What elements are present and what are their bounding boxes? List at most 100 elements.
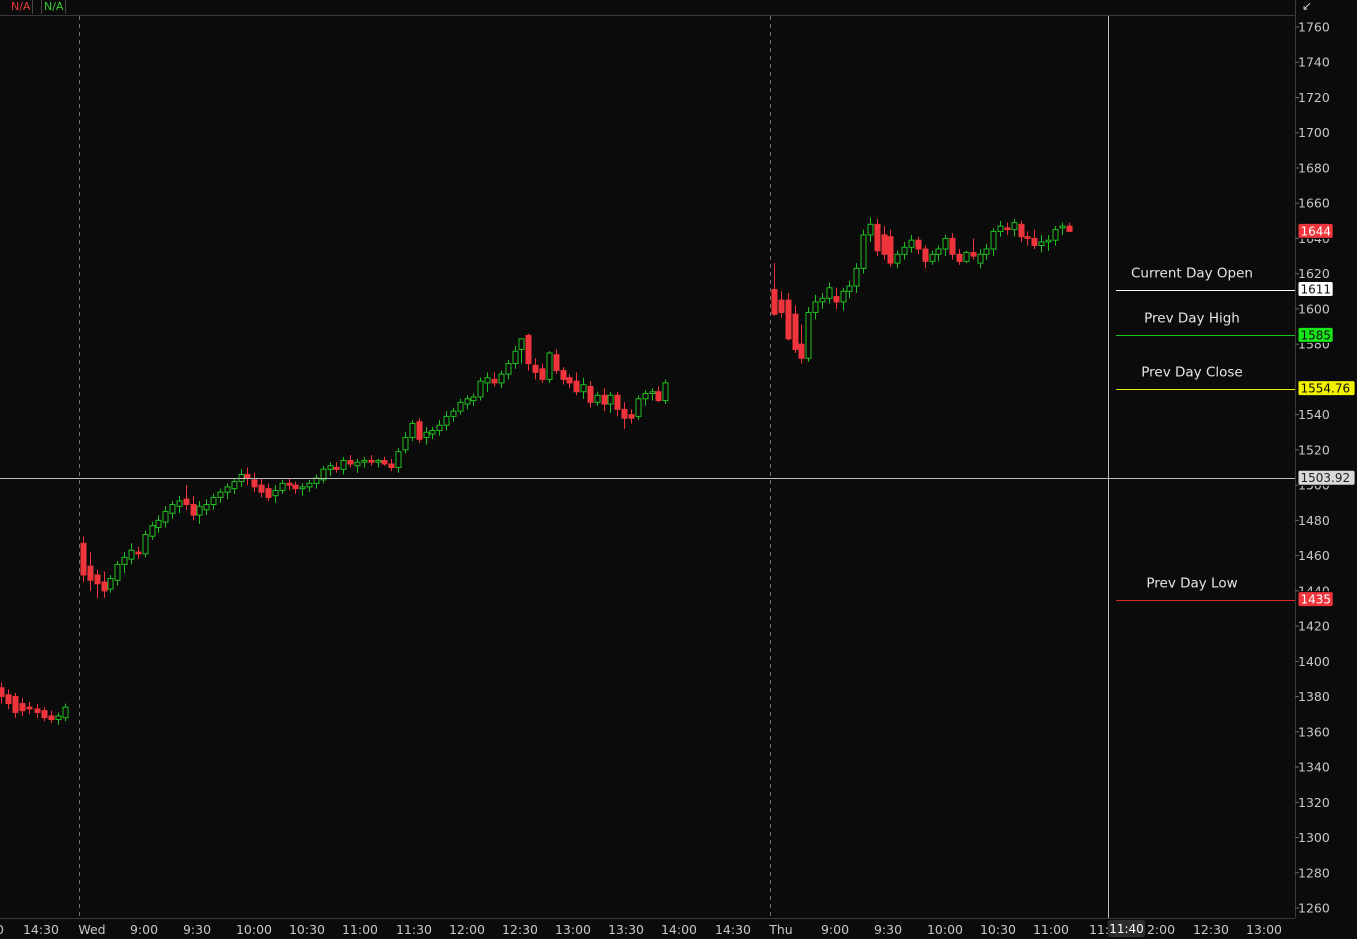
crosshair-time-badge: 11:40 xyxy=(1108,920,1145,937)
price-tick-label: 1420 xyxy=(1298,619,1330,634)
candle xyxy=(963,250,970,264)
level-label: Prev Day Low xyxy=(1146,576,1237,592)
candle-body xyxy=(347,459,354,465)
candle-body xyxy=(642,392,649,400)
candle-body xyxy=(1052,229,1059,241)
candle-body xyxy=(272,489,279,497)
candle-body xyxy=(203,504,210,511)
candle-body xyxy=(80,542,87,576)
price-tick-label: 1400 xyxy=(1298,654,1330,669)
candle-body xyxy=(279,482,286,491)
candle-body xyxy=(525,334,532,365)
candle-body xyxy=(34,708,41,713)
candle-body xyxy=(853,267,860,287)
candle-body xyxy=(142,533,149,555)
candle-body xyxy=(190,504,197,516)
candle-body xyxy=(1066,225,1073,232)
candle-body xyxy=(327,465,334,470)
candle-body xyxy=(436,424,443,431)
candle-body xyxy=(361,459,368,463)
candle xyxy=(477,377,484,401)
time-tick-label: 10:00 xyxy=(927,922,963,937)
candle-body xyxy=(162,511,169,523)
candle-body xyxy=(464,398,471,405)
price-badge: 1644 xyxy=(1297,222,1334,239)
candle-body xyxy=(771,289,778,315)
candle-body xyxy=(333,467,340,470)
candle-body xyxy=(224,486,231,493)
time-tick-label: 14:00 xyxy=(661,922,697,937)
price-tick-label: 1660 xyxy=(1298,196,1330,211)
candle-body xyxy=(614,394,621,410)
candle-body xyxy=(395,451,402,468)
corner-arrow-icon[interactable]: ↙ xyxy=(1300,0,1314,14)
candle-body xyxy=(628,414,635,419)
candle-body xyxy=(990,230,997,250)
price-tick-label: 1280 xyxy=(1298,865,1330,880)
candle-body xyxy=(0,687,5,698)
price-tick-label: 1380 xyxy=(1298,689,1330,704)
time-tick-label: 12:30 xyxy=(1193,922,1229,937)
candle-body xyxy=(114,563,121,581)
price-tick-label: 1760 xyxy=(1298,20,1330,35)
candle-body xyxy=(149,525,156,537)
candle-body xyxy=(778,299,785,313)
price-badge: 1554.76 xyxy=(1297,380,1356,397)
time-tick-label: 2:00 xyxy=(1147,922,1175,937)
price-tick-label: 1480 xyxy=(1298,513,1330,528)
candle-body xyxy=(128,549,135,560)
candle-body xyxy=(155,519,162,528)
candle-body xyxy=(621,408,628,419)
price-tick-label: 1700 xyxy=(1298,125,1330,140)
candle xyxy=(874,219,881,257)
candle-body xyxy=(231,481,238,490)
candle-body xyxy=(601,394,608,405)
candle-body xyxy=(388,463,395,469)
candle-body xyxy=(894,253,901,264)
candle-body xyxy=(956,253,963,262)
candle-body xyxy=(798,343,805,359)
candle-body xyxy=(566,377,573,384)
time-tick-label: 14:30 xyxy=(715,922,751,937)
crosshair-price-badge: 1503.92 xyxy=(1297,469,1356,486)
candle-body xyxy=(840,290,847,303)
candle-body xyxy=(662,382,669,402)
price-tick-label: 1320 xyxy=(1298,795,1330,810)
candle-body xyxy=(443,415,450,426)
candle xyxy=(409,419,416,442)
candle xyxy=(662,379,669,405)
candle-body xyxy=(135,551,142,555)
time-tick-label: 12:30 xyxy=(502,922,538,937)
candle-body xyxy=(553,354,560,372)
candle-body xyxy=(846,285,853,292)
candle-body xyxy=(375,459,382,463)
candle-body xyxy=(169,504,176,514)
price-badge: 1611 xyxy=(1297,281,1334,298)
candle-body xyxy=(498,373,505,384)
candle xyxy=(805,307,812,362)
time-tick-label: 0 xyxy=(0,922,4,937)
candle xyxy=(635,395,642,420)
candle-body xyxy=(785,299,792,340)
price-chart[interactable]: Current Day Open Prev Day High Prev Day Cl… xyxy=(0,0,1357,939)
candle-body xyxy=(970,252,977,257)
candle-body xyxy=(423,431,430,439)
time-tick-label: 13:00 xyxy=(1246,922,1282,937)
candle-body xyxy=(41,710,48,719)
time-axis[interactable]: 0 14:30 Wed 9:00 9:30 10:00 10:30 11:00 11:30 12:… xyxy=(0,922,1282,937)
candle xyxy=(785,293,792,341)
price-tick-label: 1680 xyxy=(1298,160,1330,175)
candle-body xyxy=(1031,237,1038,246)
candle-body xyxy=(1011,222,1018,231)
candle-body xyxy=(94,574,101,585)
candle-body xyxy=(812,301,819,313)
candle-body xyxy=(87,565,94,581)
time-tick-label: Thu xyxy=(768,922,792,937)
candle-body xyxy=(1059,225,1066,229)
candle-body xyxy=(48,715,55,720)
candle-body xyxy=(340,459,347,470)
candle-body xyxy=(244,474,251,479)
candle-body xyxy=(922,248,929,262)
candle-body xyxy=(450,410,457,417)
candle-body xyxy=(210,496,217,506)
